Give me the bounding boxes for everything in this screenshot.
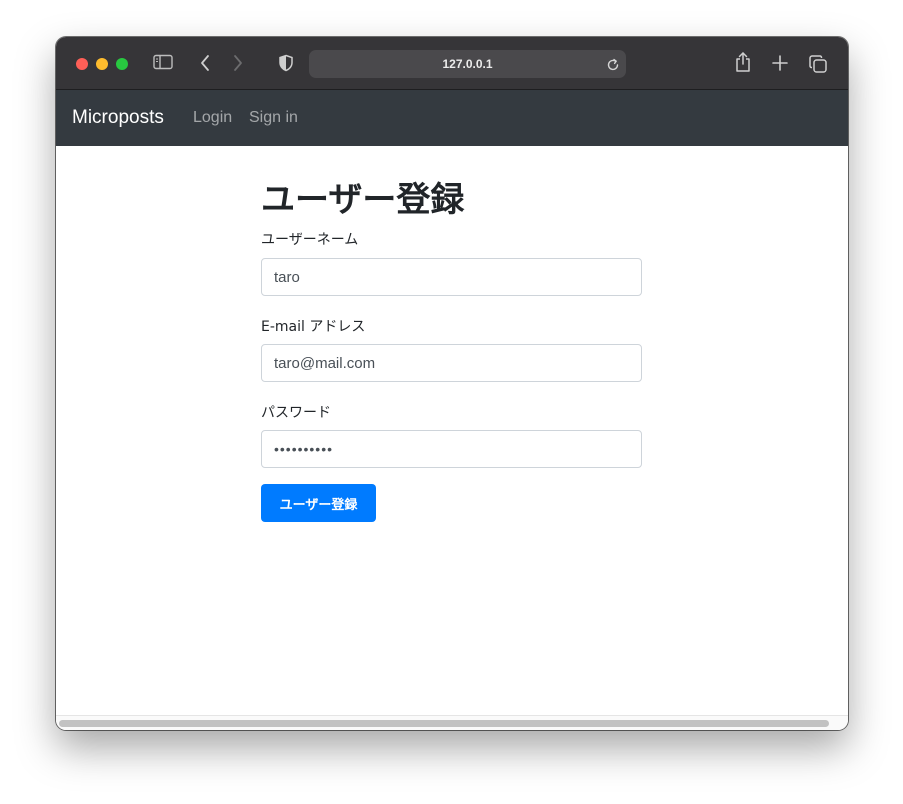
shield-icon[interactable]	[278, 54, 294, 72]
forward-icon[interactable]	[232, 54, 244, 72]
back-icon[interactable]	[199, 54, 211, 72]
email-input[interactable]	[261, 344, 642, 382]
username-input[interactable]	[261, 258, 642, 296]
tab-overview-icon[interactable]	[808, 54, 828, 74]
password-label: パスワード	[261, 405, 331, 421]
horizontal-scrollbar[interactable]	[56, 715, 848, 730]
register-button[interactable]: ユーザー登録	[261, 484, 376, 522]
app-navbar: Microposts Login Sign in	[56, 90, 848, 146]
page-content: ユーザー登録 ユーザーネーム E-mail アドレス パスワード ユーザー登録	[56, 146, 848, 715]
scrollbar-thumb[interactable]	[59, 720, 829, 727]
navbar-brand[interactable]: Microposts	[72, 90, 164, 146]
sidebar-toggle-icon[interactable]	[153, 54, 173, 70]
email-label: E-mail アドレス	[261, 319, 366, 335]
reload-icon[interactable]	[606, 57, 620, 76]
browser-toolbar: 127.0.0.1	[56, 37, 848, 90]
url-text: 127.0.0.1	[442, 57, 493, 71]
page-title: ユーザー登録	[261, 180, 465, 220]
share-icon[interactable]	[734, 51, 752, 73]
maximize-window-button[interactable]	[116, 58, 128, 70]
browser-window: 127.0.0.1 Microposts Login Sign in ユーザー登…	[56, 37, 848, 730]
password-input[interactable]	[261, 430, 642, 468]
address-bar[interactable]: 127.0.0.1	[309, 50, 626, 78]
minimize-window-button[interactable]	[96, 58, 108, 70]
close-window-button[interactable]	[76, 58, 88, 70]
username-label: ユーザーネーム	[261, 232, 359, 248]
nav-link-login[interactable]: Login	[193, 90, 232, 146]
nav-link-sign-in[interactable]: Sign in	[249, 90, 298, 146]
new-tab-icon[interactable]	[771, 54, 789, 72]
